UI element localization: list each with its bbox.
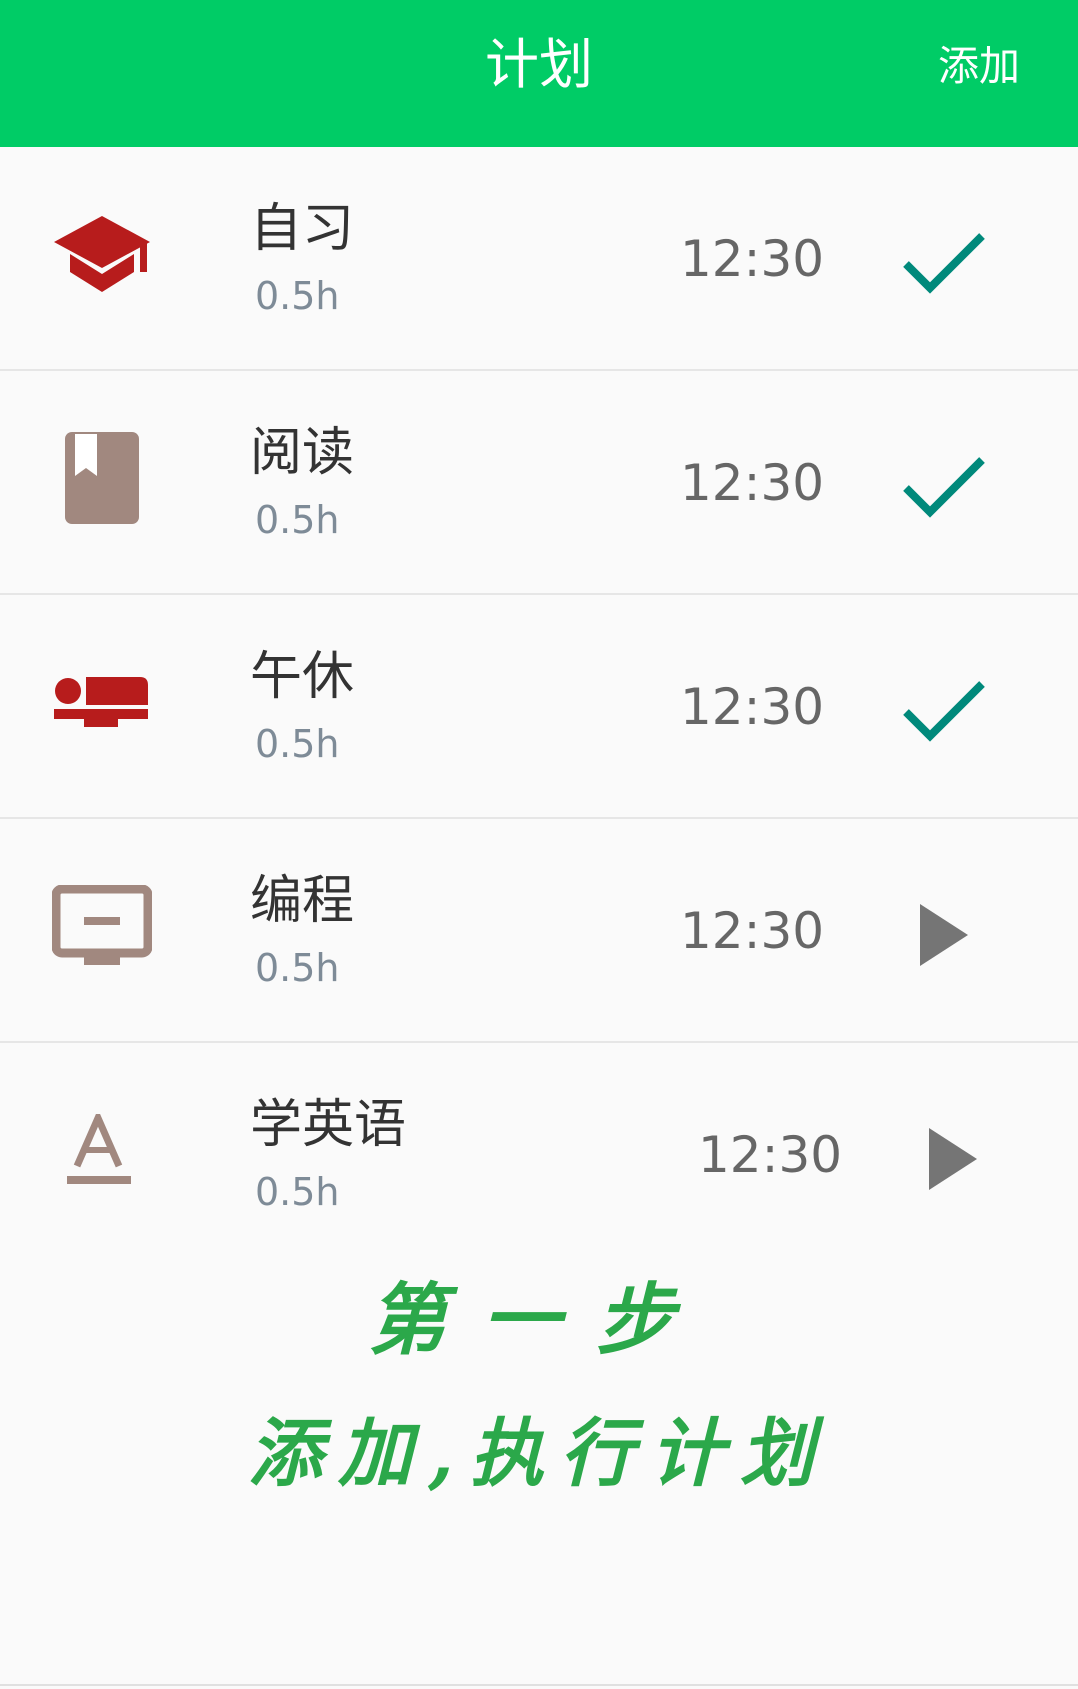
- book-icon: [50, 426, 154, 530]
- caption-description: 添加,执行计划: [248, 1411, 830, 1497]
- play-icon[interactable]: [905, 1111, 1001, 1207]
- plan-title: 午休: [250, 647, 355, 707]
- list-item[interactable]: 编程 0.5h 12:30: [0, 819, 1078, 1043]
- check-icon[interactable]: [896, 215, 992, 311]
- monitor-icon: [50, 874, 154, 978]
- plan-time: 12:30: [680, 902, 825, 960]
- page-title: 计划: [485, 33, 593, 96]
- text-format-icon: [50, 1098, 154, 1202]
- plan-duration: 0.5h: [255, 274, 340, 318]
- check-icon[interactable]: [896, 439, 992, 535]
- list-item[interactable]: 学英语 0.5h 12:30: [0, 1043, 1078, 1267]
- plan-time: 12:30: [680, 454, 825, 512]
- plan-duration: 0.5h: [255, 722, 340, 766]
- add-button[interactable]: 添加: [938, 38, 1020, 94]
- divider: [0, 1684, 1078, 1686]
- check-icon[interactable]: [896, 663, 992, 759]
- plan-time: 12:30: [680, 678, 825, 736]
- list-item[interactable]: 自习 0.5h 12:30: [0, 147, 1078, 371]
- list-item[interactable]: 午休 0.5h 12:30: [0, 595, 1078, 819]
- bed-icon: [50, 650, 154, 754]
- list-item[interactable]: 阅读 0.5h 12:30: [0, 371, 1078, 595]
- app-bar: 计划 添加: [0, 0, 1078, 147]
- plan-title: 编程: [250, 871, 355, 931]
- plan-list: 自习 0.5h 12:30 阅读 0.5h 12:30 午休 0.5h 12:3…: [0, 147, 1078, 1267]
- caption-step: 第一步: [367, 1275, 710, 1366]
- plan-title: 自习: [250, 199, 355, 259]
- plan-duration: 0.5h: [255, 498, 340, 542]
- plan-duration: 0.5h: [255, 946, 340, 990]
- plan-title: 学英语: [250, 1095, 407, 1155]
- plan-title: 阅读: [250, 423, 355, 483]
- plan-time: 12:30: [680, 230, 825, 288]
- graduation-cap-icon: [50, 202, 154, 306]
- plan-duration: 0.5h: [255, 1170, 340, 1214]
- play-icon[interactable]: [896, 887, 992, 983]
- plan-time: 12:30: [698, 1126, 843, 1184]
